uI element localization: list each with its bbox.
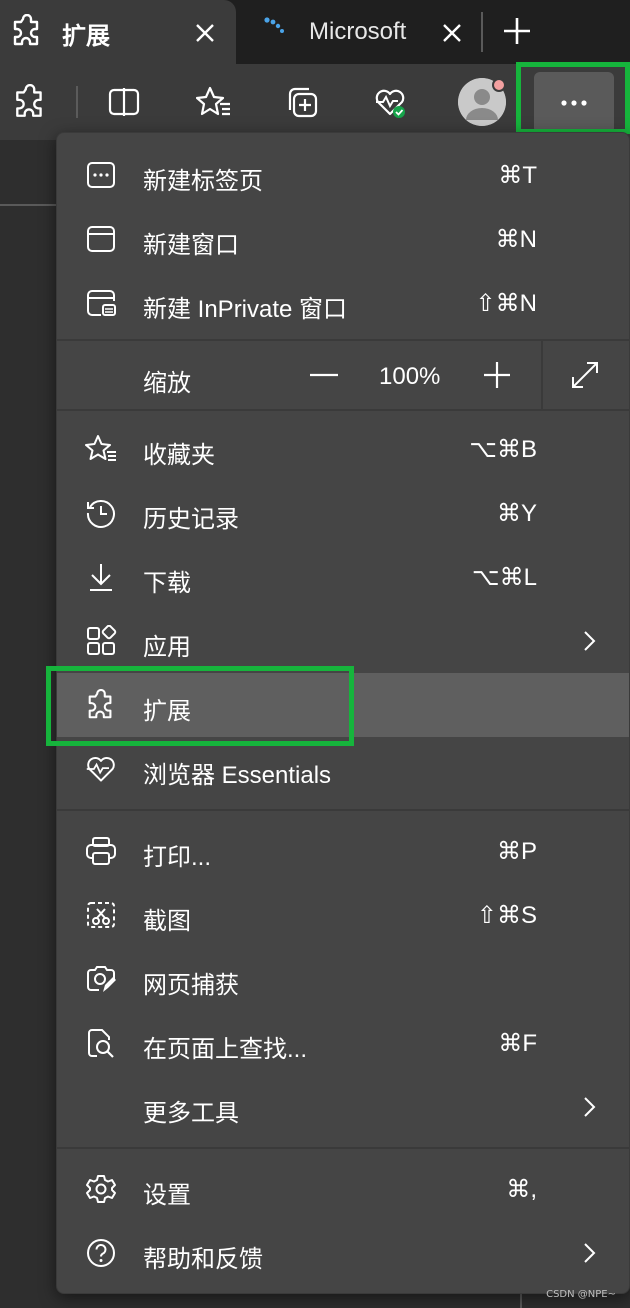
browser-essentials-icon[interactable] bbox=[372, 84, 408, 120]
menu-item-shortcut: ⌘T bbox=[498, 162, 537, 189]
tab-separator bbox=[481, 12, 483, 52]
extensions-highlight-box bbox=[46, 666, 354, 746]
menu-item-label: 应用 bbox=[143, 634, 191, 661]
menu-item-help-feedback[interactable]: 帮助和反馈 bbox=[57, 1221, 629, 1285]
split-screen-icon[interactable] bbox=[106, 84, 142, 120]
zoom-out-minus-icon[interactable] bbox=[307, 361, 341, 389]
help-icon bbox=[85, 1237, 117, 1269]
menu-item-shortcut: ⇧⌘N bbox=[475, 290, 537, 317]
inprivate-icon bbox=[85, 287, 117, 319]
browser-window: 扩展 Microsoft 新建标签页 ⌘T 新建窗口 ⌘N 新建 InPriva… bbox=[0, 0, 630, 1308]
tab-extensions[interactable]: 扩展 bbox=[0, 0, 236, 64]
menu-item-label: 历史记录 bbox=[143, 506, 239, 533]
collections-icon[interactable] bbox=[284, 84, 320, 120]
zoom-separator bbox=[541, 341, 543, 409]
menu-item-label: 设置 bbox=[143, 1182, 191, 1209]
menu-divider bbox=[57, 409, 629, 411]
page-divider bbox=[0, 204, 56, 206]
menu-item-new-inprivate[interactable]: 新建 InPrivate 窗口 ⇧⌘N bbox=[57, 271, 629, 335]
menu-item-label: 浏览器 Essentials bbox=[143, 762, 332, 789]
new-tab-icon bbox=[85, 159, 117, 191]
menu-item-settings[interactable]: 设置 ⌘, bbox=[57, 1157, 629, 1221]
toolbar-separator bbox=[76, 86, 78, 118]
watermark: CSDN @NPE~ bbox=[546, 1289, 616, 1300]
close-icon[interactable] bbox=[438, 19, 466, 47]
menu-divider bbox=[57, 809, 629, 811]
menu-item-screenshot[interactable]: 截图 ⇧⌘S bbox=[57, 883, 629, 947]
menu-item-shortcut: ⌥⌘B bbox=[469, 436, 537, 463]
menu-item-print[interactable]: 打印... ⌘P bbox=[57, 819, 629, 883]
menu-item-browser-essentials[interactable]: 浏览器 Essentials bbox=[57, 737, 629, 801]
chevron-right-icon bbox=[577, 1095, 601, 1119]
menu-item-label: 帮助和反馈 bbox=[143, 1246, 263, 1273]
menu-item-label: 更多工具 bbox=[143, 1100, 239, 1127]
menu-item-shortcut: ⇧⌘S bbox=[476, 902, 537, 929]
apps-icon bbox=[85, 625, 117, 657]
favorites-icon bbox=[85, 433, 117, 465]
print-icon bbox=[85, 835, 117, 867]
favorites-icon[interactable] bbox=[196, 84, 232, 120]
gear-icon bbox=[85, 1173, 117, 1205]
tab-title: Microsoft bbox=[309, 18, 407, 45]
chevron-right-icon bbox=[577, 1241, 601, 1265]
menu-item-label: 新建 InPrivate 窗口 bbox=[143, 296, 348, 323]
menu-item-new-tab[interactable]: 新建标签页 ⌘T bbox=[57, 143, 629, 207]
screenshot-icon bbox=[85, 899, 117, 931]
menu-item-history[interactable]: 历史记录 ⌘Y bbox=[57, 481, 629, 545]
find-icon bbox=[85, 1027, 117, 1059]
menu-item-shortcut: ⌘Y bbox=[496, 500, 537, 527]
puzzle-icon bbox=[10, 14, 44, 48]
menu-item-label: 新建窗口 bbox=[143, 232, 239, 259]
menu-item-label: 新建标签页 bbox=[143, 168, 263, 195]
menu-item-label: 在页面上查找... bbox=[143, 1036, 308, 1063]
menu-item-shortcut: ⌘, bbox=[506, 1176, 537, 1203]
menu-item-shortcut: ⌘P bbox=[496, 838, 537, 865]
history-icon bbox=[85, 497, 117, 529]
close-icon[interactable] bbox=[191, 19, 219, 47]
menu-item-label: 下载 bbox=[143, 570, 191, 597]
tab-strip: 扩展 Microsoft bbox=[0, 0, 630, 64]
tab-microsoft[interactable]: Microsoft bbox=[236, 0, 480, 64]
zoom-label: 缩放 bbox=[143, 370, 191, 397]
fullscreen-expand-icon[interactable] bbox=[569, 359, 601, 391]
loading-spinner-icon bbox=[262, 14, 292, 44]
browser-essentials-icon bbox=[85, 753, 117, 785]
menu-item-label: 打印... bbox=[143, 844, 212, 871]
menu-item-more-tools[interactable]: 更多工具 bbox=[57, 1075, 629, 1139]
menu-item-shortcut: ⌘N bbox=[495, 226, 537, 253]
menu-item-label: 网页捕获 bbox=[143, 972, 239, 999]
web-capture-icon bbox=[85, 963, 117, 995]
extensions-icon[interactable] bbox=[12, 84, 48, 120]
new-tab-plus-icon[interactable] bbox=[500, 14, 534, 48]
menu-item-label: 截图 bbox=[143, 908, 191, 935]
zoom-row: 缩放 100% bbox=[57, 341, 629, 409]
new-window-icon bbox=[85, 223, 117, 255]
menu-item-label: 收藏夹 bbox=[143, 442, 215, 469]
menu-item-apps[interactable]: 应用 bbox=[57, 609, 629, 673]
zoom-level: 100% bbox=[379, 363, 441, 390]
chevron-right-icon bbox=[577, 629, 601, 653]
more-button-highlight-box bbox=[516, 62, 630, 134]
menu-item-shortcut: ⌘F bbox=[498, 1030, 537, 1057]
menu-item-web-capture[interactable]: 网页捕获 bbox=[57, 947, 629, 1011]
menu-item-new-window[interactable]: 新建窗口 ⌘N bbox=[57, 207, 629, 271]
menu-item-shortcut: ⌥⌘L bbox=[471, 564, 537, 591]
tab-title: 扩展 bbox=[62, 23, 110, 50]
menu-item-find-on-page[interactable]: 在页面上查找... ⌘F bbox=[57, 1011, 629, 1075]
download-icon bbox=[85, 561, 117, 593]
menu-item-favorites[interactable]: 收藏夹 ⌥⌘B bbox=[57, 417, 629, 481]
zoom-in-plus-icon[interactable] bbox=[481, 359, 513, 391]
notification-dot bbox=[492, 78, 506, 92]
menu-item-downloads[interactable]: 下载 ⌥⌘L bbox=[57, 545, 629, 609]
menu-divider bbox=[57, 1147, 629, 1149]
